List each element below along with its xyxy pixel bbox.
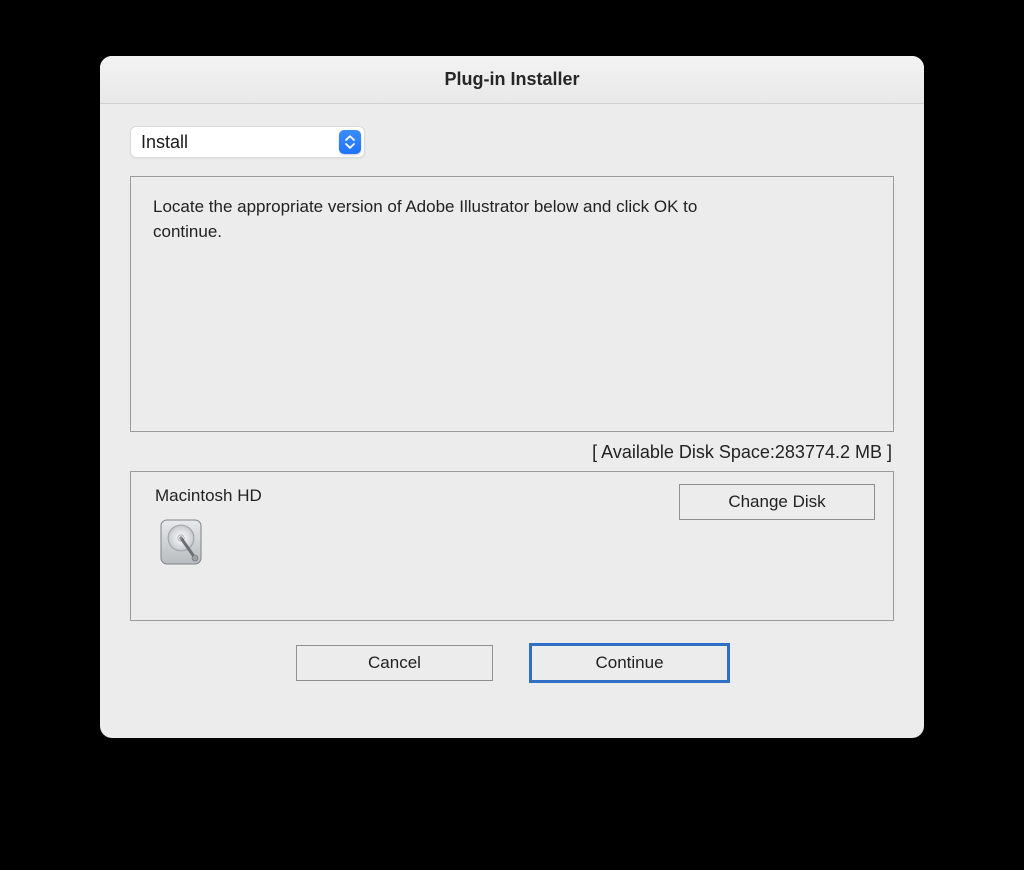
window-content: Install Locate the appropriate version o… <box>100 104 924 738</box>
cancel-button[interactable]: Cancel <box>296 645 493 681</box>
button-row: Cancel Continue <box>130 645 894 681</box>
available-disk-space-label: [ Available Disk Space:283774.2 MB ] <box>130 442 894 463</box>
title-bar: Plug-in Installer <box>100 56 924 104</box>
disk-name: Macintosh HD <box>155 486 262 506</box>
change-disk-button[interactable]: Change Disk <box>679 484 875 520</box>
dropdown-selected-label: Install <box>141 132 188 153</box>
continue-button[interactable]: Continue <box>531 645 728 681</box>
disk-panel: Macintosh HD <box>130 471 894 621</box>
action-dropdown[interactable]: Install <box>130 126 365 158</box>
window-title: Plug-in Installer <box>444 69 579 90</box>
hard-drive-icon <box>155 516 207 568</box>
instruction-panel: Locate the appropriate version of Adobe … <box>130 176 894 432</box>
installer-window: Plug-in Installer Install Locate the app… <box>100 56 924 738</box>
dropdown-chevron-icon <box>339 130 361 154</box>
instruction-text: Locate the appropriate version of Adobe … <box>153 195 733 244</box>
disk-info: Macintosh HD <box>155 486 262 568</box>
